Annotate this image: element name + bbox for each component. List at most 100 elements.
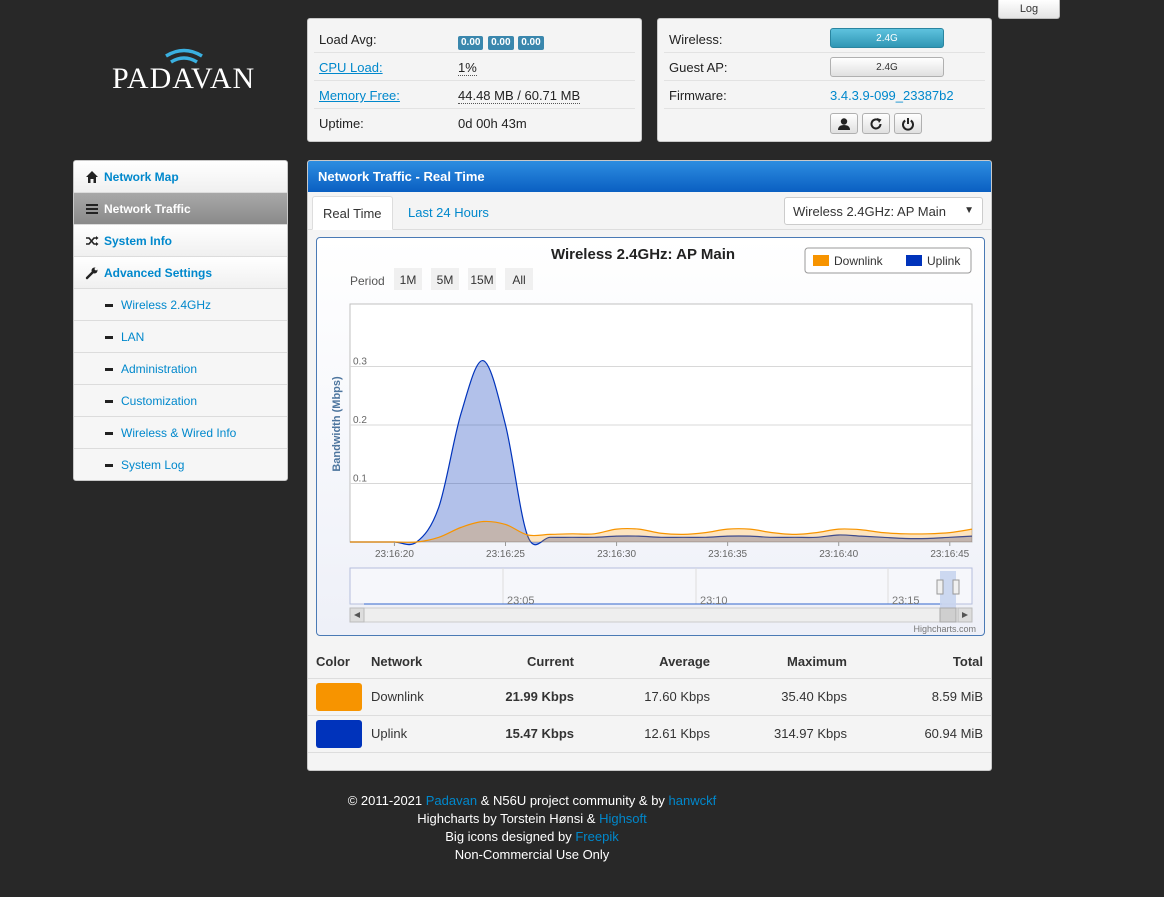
restart-button[interactable] [862, 113, 890, 134]
footer-line-license: Non-Commercial Use Only [454, 847, 610, 862]
total-cell: 8.59 MiB [848, 678, 991, 716]
load-avg-row: Load Avg: 0.00 0.00 0.00 [314, 25, 635, 53]
sidebar-sub-item-customization[interactable]: Customization [74, 385, 287, 417]
chevron-down-icon: ▼ [964, 205, 974, 216]
padavan-link[interactable]: Padavan [426, 793, 477, 808]
total-cell: 60.94 MiB [848, 715, 991, 753]
legend-item-uplink[interactable]: Uplink [906, 254, 961, 268]
chart-scrollbar[interactable] [349, 607, 973, 623]
uptime-label: Uptime: [319, 116, 364, 131]
highsoft-link[interactable]: Highsoft [599, 811, 647, 826]
chart-svg: Wireless 2.4GHz: AP Main Downlink Uplink… [331, 246, 976, 634]
table-row: Uplink 15.47 Kbps 12.61 Kbps 314.97 Kbps… [308, 715, 991, 753]
network-traffic-panel: Network Traffic - Real Time Real Time La… [307, 160, 992, 771]
traffic-table: Color Network Current Average Maximum To… [308, 646, 991, 753]
guest-ap-2g-button[interactable]: 2.4G [830, 57, 944, 77]
sidebar-item-label: Advanced Settings [104, 266, 213, 280]
tab-real-time[interactable]: Real Time [312, 196, 393, 230]
sidebar-sub-item-wireless[interactable]: Wireless 2.4GHz [74, 289, 287, 321]
cpu-load-link[interactable]: CPU Load: [319, 60, 383, 75]
x-tick-label: 23:16:25 [486, 549, 525, 560]
y-tick-label: 0.2 [353, 415, 367, 426]
shuffle-icon [86, 236, 99, 246]
tab-last-24-hours[interactable]: Last 24 Hours [398, 196, 499, 230]
chart-title: Wireless 2.4GHz: AP Main [551, 246, 735, 263]
period-button-label: 1M [400, 273, 417, 287]
firmware-row: Firmware: 3.4.3.9-099_23387b2 [664, 81, 985, 109]
footer-line-icons: Big icons designed by Freepik [307, 828, 757, 846]
period-button-label: All [512, 273, 525, 287]
hanwckf-link[interactable]: hanwckf [669, 793, 717, 808]
user-button[interactable] [830, 113, 858, 134]
firmware-link[interactable]: 3.4.3.9-099_23387b2 [830, 88, 954, 103]
period-button-label: 15M [470, 273, 493, 287]
scrollbar-track [349, 607, 973, 623]
average-cell: 12.61 Kbps [575, 715, 711, 753]
traffic-chart: Wireless 2.4GHz: AP Main Downlink Uplink… [316, 237, 985, 636]
panel-header: Network Traffic - Real Time [308, 161, 991, 192]
cpu-load-row: CPU Load: 1% [314, 53, 635, 81]
period-button-1m[interactable]: 1M [394, 268, 422, 290]
wireless-label: Wireless: [669, 32, 723, 47]
period-button-all[interactable]: All [505, 268, 533, 290]
color-swatch-downlink [316, 682, 362, 711]
sidebar-item-label: System Info [104, 234, 173, 248]
freepik-link[interactable]: Freepik [575, 829, 618, 844]
sidebar-item-label: Network Traffic [104, 202, 191, 216]
user-icon [838, 117, 850, 130]
log-button[interactable]: Log [998, 0, 1060, 19]
footer-line-highcharts: Highcharts by Torstein Hønsi & Highsoft [307, 810, 757, 828]
chart-navigator[interactable]: 23:05 23:10 23:15 [349, 567, 973, 611]
sidebar-sub-item-label: LAN [121, 330, 145, 344]
sidebar-item-network-map[interactable]: Network Map [74, 161, 287, 193]
navigator-label: 23:15 [892, 595, 920, 607]
highcharts-credit[interactable]: Highcharts.com [913, 624, 976, 634]
average-cell: 17.60 Kbps [575, 678, 711, 716]
x-tick-label: 23:16:45 [930, 549, 969, 560]
legend-label-uplink: Uplink [927, 254, 961, 268]
navigator-area [349, 567, 973, 605]
y-tick-label: 0.3 [353, 357, 367, 368]
sidebar-sub-item-label: System Log [121, 458, 185, 472]
period-button-15m[interactable]: 15M [468, 268, 496, 290]
current-cell: 15.47 Kbps [460, 715, 575, 753]
interface-select[interactable]: Wireless 2.4GHz: AP Main ▼ [784, 197, 983, 225]
wireless-2g-button[interactable]: 2.4G [830, 28, 944, 48]
sidebar-item-network-traffic[interactable]: Network Traffic [74, 193, 287, 225]
navigator-right-handle[interactable] [952, 579, 960, 595]
system-status-panel: Load Avg: 0.00 0.00 0.00 CPU Load: 1% Me… [307, 18, 642, 142]
navigator-label: 23:05 [507, 595, 535, 607]
footer-text: & N56U project community & by [477, 793, 669, 808]
sidebar-nav: Network Map Network Traffic System Info … [73, 160, 288, 481]
period-label: Period [350, 274, 385, 288]
sidebar-sub-item-wireless-wired-info[interactable]: Wireless & Wired Info [74, 417, 287, 449]
dash-icon [105, 336, 113, 339]
uptime-value: 0d 00h 43m [458, 116, 527, 131]
maximum-cell: 35.40 Kbps [711, 678, 848, 716]
scrollbar-thumb[interactable] [939, 607, 957, 623]
sidebar-sub-item-label: Wireless & Wired Info [121, 426, 237, 440]
sidebar-sub-item-lan[interactable]: LAN [74, 321, 287, 353]
table-header-row: Color Network Current Average Maximum To… [308, 646, 991, 679]
interface-select-value: Wireless 2.4GHz: AP Main [793, 204, 946, 219]
network-cell: Downlink [370, 678, 460, 716]
firmware-label: Firmware: [669, 88, 727, 103]
refresh-icon [870, 117, 882, 129]
footer-text: Highcharts by Torstein Hønsi & [417, 811, 600, 826]
sidebar-item-system-info[interactable]: System Info [74, 225, 287, 257]
memory-free-link[interactable]: Memory Free: [319, 88, 400, 103]
sidebar-sub-item-system-log[interactable]: System Log [74, 449, 287, 480]
x-tick-label: 23:16:40 [819, 549, 858, 560]
sidebar-sub-item-administration[interactable]: Administration [74, 353, 287, 385]
navigator-left-handle[interactable] [936, 579, 944, 595]
column-header: Average [575, 646, 711, 679]
period-button-5m[interactable]: 5M [431, 268, 459, 290]
power-button[interactable] [894, 113, 922, 134]
footer-line-copyright: © 2011-2021 Padavan & N56U project commu… [307, 792, 757, 810]
sidebar-item-advanced-settings[interactable]: Advanced Settings [74, 257, 287, 289]
dash-icon [105, 432, 113, 435]
network-cell: Uplink [370, 715, 460, 753]
navigator-label: 23:10 [700, 595, 728, 607]
footer-text: © 2011-2021 [347, 793, 426, 808]
legend-item-downlink[interactable]: Downlink [813, 254, 884, 268]
